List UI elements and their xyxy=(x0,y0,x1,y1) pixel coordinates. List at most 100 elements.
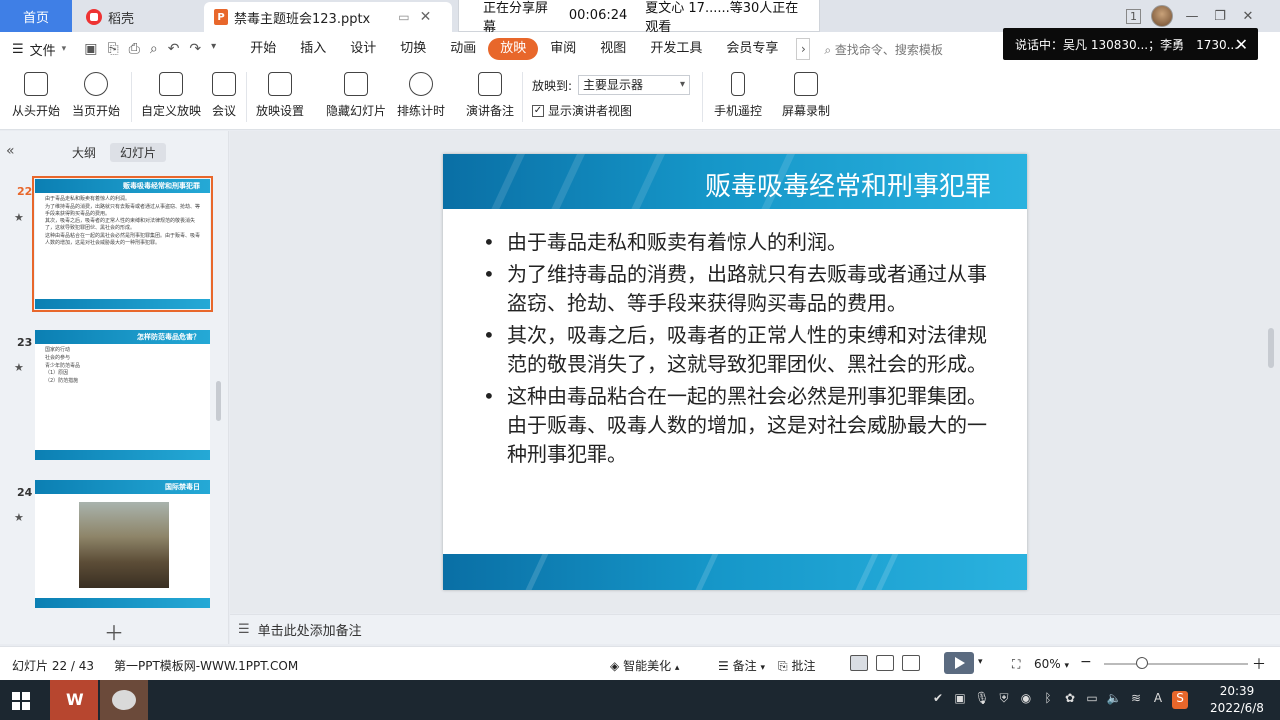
show-settings-button[interactable]: 放映设置 xyxy=(256,72,304,119)
panel-scrollbar[interactable] xyxy=(216,381,221,421)
taskbar-clock[interactable]: 20:39 2022/6/8 xyxy=(1206,683,1268,717)
tab-restore-icon[interactable]: ▭ xyxy=(398,10,409,24)
from-start-button[interactable]: 从头开始 xyxy=(12,72,60,119)
slide-content[interactable]: 由于毒品走私和贩卖有着惊人的利润。 为了维持毒品的消费，出路就只有去贩毒或者通过… xyxy=(483,228,993,472)
zoom-out-icon[interactable]: − xyxy=(1080,654,1092,670)
slide-bullet: 为了维持毒品的消费，出路就只有去贩毒或者通过从事盗窃、抢劫、等手段来获得购买毒品… xyxy=(483,260,993,318)
custom-show-button[interactable]: 自定义放映 xyxy=(141,72,201,119)
wifi-icon[interactable]: ≋ xyxy=(1128,691,1144,709)
zoom-level[interactable]: 60% ▾ xyxy=(1034,657,1069,671)
zoom-slider-handle[interactable] xyxy=(1136,657,1148,669)
customize-chevron-icon[interactable]: ▾ xyxy=(211,41,216,57)
notes-toggle-button[interactable]: ☰ 备注 ▾ xyxy=(718,657,765,674)
tab-view[interactable]: 视图 xyxy=(588,38,638,60)
slide-22[interactable]: 贩毒吸毒经常和刑事犯罪 由于毒品走私和贩卖有着惊人的利润。 为了维持毒品的消费，… xyxy=(443,154,1027,590)
meeting-icon xyxy=(212,72,236,96)
speaking-indicator: 说话中：吴凡 130830...；李勇 1730... ✕ xyxy=(1003,28,1258,60)
presenter-view-checkbox[interactable]: ✓ 显示演讲者视图 xyxy=(532,102,632,119)
meeting-button[interactable]: 会议 xyxy=(212,72,236,119)
tray-app-icon[interactable]: ✔ xyxy=(930,691,946,709)
input-method-icon[interactable]: A xyxy=(1150,691,1166,709)
print-icon[interactable]: ⎙ xyxy=(129,41,140,57)
meeting-app-taskbar-icon[interactable] xyxy=(100,680,148,720)
comments-button[interactable]: ⎘ 批注 xyxy=(778,657,815,674)
play-slideshow-icon[interactable] xyxy=(944,652,974,674)
export-icon[interactable]: ⎘ xyxy=(107,41,118,57)
tab-slideshow[interactable]: 放映 xyxy=(488,38,539,60)
template-name[interactable]: 第一PPT模板网-WWW.1PPT.COM xyxy=(114,657,298,674)
tab-transition[interactable]: 切换 xyxy=(388,38,438,60)
reading-view-icon[interactable] xyxy=(902,655,920,671)
windows-start-icon[interactable] xyxy=(12,692,30,710)
tab-animation[interactable]: 动画 xyxy=(438,38,488,60)
normal-view-icon[interactable] xyxy=(850,655,868,671)
tab-developer[interactable]: 开发工具 xyxy=(638,38,714,60)
user-avatar[interactable] xyxy=(1151,5,1173,27)
chevron-up-icon: ▴ xyxy=(674,663,680,673)
slide-thumbnail-23[interactable]: 怎样防范毒品危害？ 国家的行动 社会的参与 青少年防范毒品 （1）原因 （2）防… xyxy=(35,330,210,460)
fit-window-icon[interactable]: ⛶ xyxy=(1012,657,1020,672)
save-icon[interactable]: ▣ xyxy=(84,41,97,57)
slideshow-ribbon: 从头开始 当页开始 自定义放映 会议 放映设置 隐藏幻灯片 排练计时 演讲备注 … xyxy=(0,66,1280,130)
tab-member[interactable]: 会员专享 xyxy=(714,38,790,60)
tab-review[interactable]: 审阅 xyxy=(538,38,588,60)
close-icon[interactable]: ✕ xyxy=(1235,35,1248,54)
bluetooth-icon[interactable]: ᛒ xyxy=(1040,691,1056,709)
zoom-slider[interactable] xyxy=(1104,663,1248,665)
tab-close-icon[interactable]: ✕ xyxy=(420,9,432,25)
phone-remote-button[interactable]: 手机遥控 xyxy=(714,72,762,119)
tab-start[interactable]: 开始 xyxy=(238,38,288,60)
collapse-panel-icon[interactable]: « xyxy=(6,143,15,159)
smart-beautify-button[interactable]: ◈ 智能美化 ▴ xyxy=(610,657,679,674)
tab-home[interactable]: 首页 xyxy=(0,0,72,32)
undo-icon[interactable]: ↶ xyxy=(168,41,180,57)
hide-slide-icon xyxy=(344,72,368,96)
tray-app-icon[interactable]: ▣ xyxy=(952,691,968,709)
slide-thumbnail-24[interactable]: 国际禁毒日 xyxy=(35,480,210,608)
file-menu[interactable]: ☰ 文件 ▾ xyxy=(12,40,66,59)
settings-icon[interactable]: ✿ xyxy=(1062,691,1078,709)
tab-document-label: 禁毒主题班会123.pptx xyxy=(234,11,371,27)
from-current-button[interactable]: 当页开始 xyxy=(72,72,120,119)
preview-icon[interactable]: ⌕ xyxy=(150,41,158,57)
close-window-icon[interactable]: ✕ xyxy=(1239,9,1257,24)
slide-thumbnail-22[interactable]: 贩毒吸毒经常和刑事犯罪 由于毒品走私和贩卖有着惊人的利润。 为了维持毒品的消费，… xyxy=(32,176,213,312)
tab-document[interactable]: P 禁毒主题班会123.pptx ▭ ✕ xyxy=(204,2,452,32)
grid-view-icon[interactable] xyxy=(876,655,894,671)
screen-record-button[interactable]: 屏幕录制 xyxy=(782,72,830,119)
tab-outline[interactable]: 大纲 xyxy=(62,143,106,162)
hide-slide-button[interactable]: 隐藏幻灯片 xyxy=(326,72,386,119)
status-bar: 幻灯片 22 / 43 第一PPT模板网-WWW.1PPT.COM ◈ 智能美化… xyxy=(0,646,1280,680)
zoom-in-icon[interactable]: ＋ xyxy=(1252,654,1266,674)
tab-slides[interactable]: 幻灯片 xyxy=(110,143,167,162)
restore-icon[interactable]: ❐ xyxy=(1211,9,1229,24)
ribbon-tabs: 开始 插入 设计 切换 动画 放映 审阅 视图 开发工具 会员专享 xyxy=(238,38,790,60)
tab-design[interactable]: 设计 xyxy=(338,38,388,60)
share-viewers: 夏文心 17......等30人正在观看 xyxy=(645,0,799,35)
penguin-icon[interactable]: ◉ xyxy=(1018,691,1034,709)
speaker-notes-button[interactable]: 演讲备注 xyxy=(466,72,514,119)
wps-taskbar-icon[interactable] xyxy=(50,680,98,720)
rehearse-button[interactable]: 排练计时 xyxy=(397,72,445,119)
play-chevron-icon[interactable]: ▾ xyxy=(978,657,983,667)
slide-title[interactable]: 贩毒吸毒经常和刑事犯罪 xyxy=(705,166,991,203)
tab-insert[interactable]: 插入 xyxy=(288,38,338,60)
custom-show-icon xyxy=(159,72,183,96)
network-icon[interactable]: ▭ xyxy=(1084,691,1100,709)
tab-docer[interactable]: 稻壳 xyxy=(74,2,198,32)
redo-icon[interactable]: ↷ xyxy=(189,41,201,57)
window-count-icon[interactable]: 1 xyxy=(1126,8,1141,24)
minimize-icon[interactable]: — xyxy=(1183,9,1201,24)
security-icon[interactable]: ⛨ xyxy=(996,691,1012,709)
command-search[interactable]: ⌕ 查找命令、搜索模板 xyxy=(824,41,954,58)
canvas-scrollbar[interactable] xyxy=(1268,328,1274,368)
hamburger-icon: ☰ xyxy=(12,41,24,57)
add-slide-icon[interactable]: ＋ xyxy=(104,617,124,646)
more-tabs-chevron-icon[interactable]: › xyxy=(796,38,811,60)
microphone-icon[interactable]: 🎙 xyxy=(974,691,990,709)
notes-pane[interactable]: ☰ 单击此处添加备注 xyxy=(230,614,1280,644)
volume-icon[interactable]: 🔈 xyxy=(1106,691,1122,709)
show-to-select[interactable]: 主要显示器 xyxy=(578,75,691,95)
sogou-icon[interactable]: S xyxy=(1172,691,1188,709)
thumbnail-line: 青少年防范毒品 xyxy=(45,362,81,369)
